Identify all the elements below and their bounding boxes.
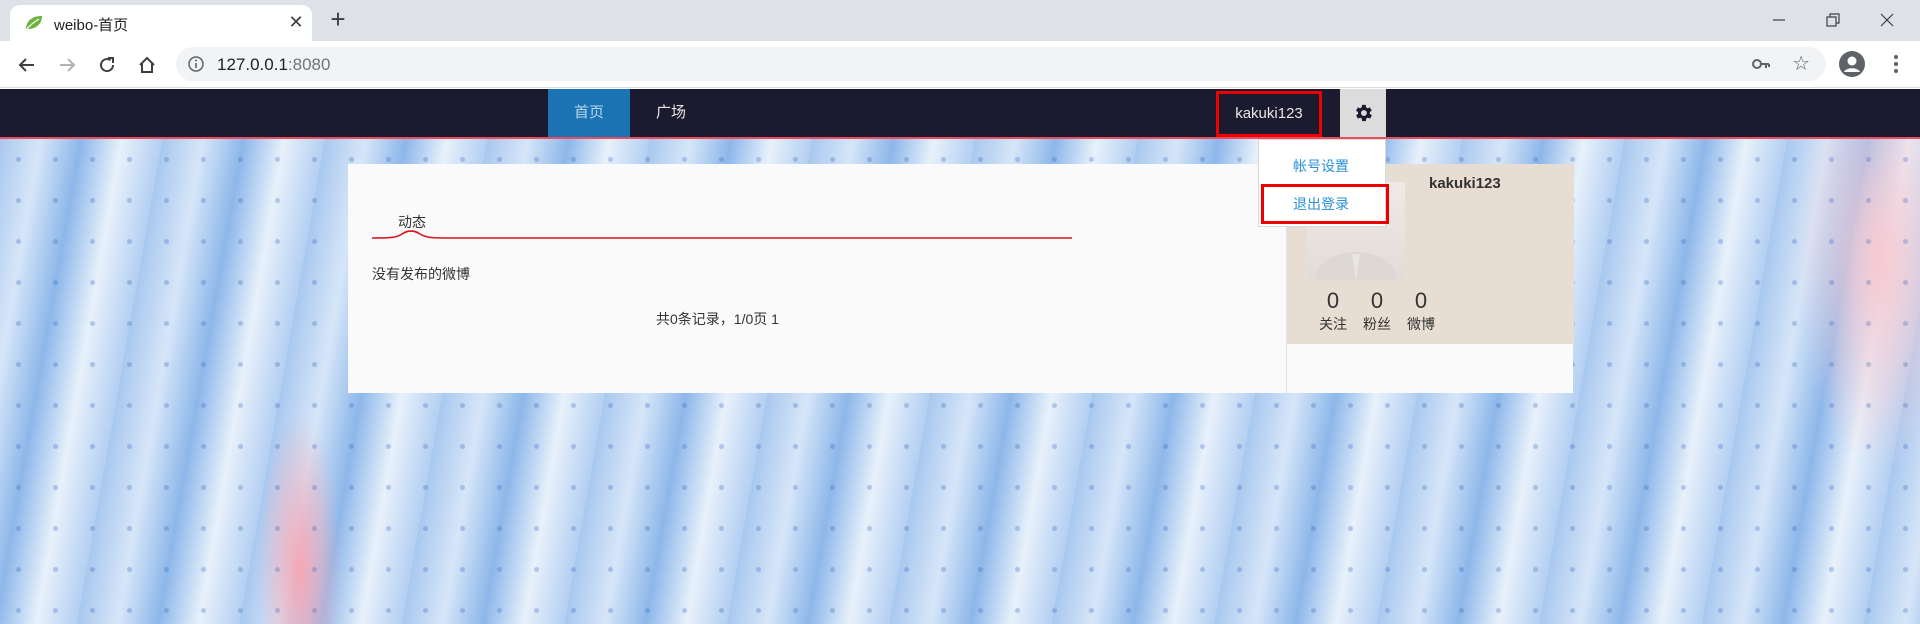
top-navbar: 首页 广场 kakuki123 — [0, 89, 1920, 137]
empty-feed-message: 没有发布的微博 — [372, 266, 470, 282]
restore-icon — [1826, 13, 1840, 27]
tab-title: weibo-首页 — [54, 17, 129, 34]
url-port: :8080 — [287, 55, 331, 74]
back-button[interactable] — [12, 50, 42, 80]
new-tab-button[interactable]: + — [324, 6, 352, 34]
page-viewport: 首页 广场 kakuki123 动态 没有发布的微博 共0条记录，1/0页 1 — [0, 89, 1920, 624]
browser-tab-strip: weibo-首页 ✕ + — [0, 0, 1920, 41]
browser-toolbar: 127.0.0.1:8080 ☆ — [0, 41, 1920, 88]
browser-tab[interactable]: weibo-首页 ✕ — [10, 5, 312, 41]
address-bar[interactable]: 127.0.0.1:8080 ☆ — [176, 47, 1826, 81]
leaf-icon — [25, 16, 42, 31]
home-button[interactable] — [132, 50, 162, 80]
feed-panel: 动态 没有发布的微博 共0条记录，1/0页 1 — [348, 164, 1286, 393]
restore-button[interactable] — [1810, 3, 1856, 37]
home-icon — [139, 56, 155, 73]
arrow-right-icon — [60, 58, 76, 72]
forward-button[interactable] — [52, 50, 82, 80]
account-circle-icon[interactable] — [1838, 50, 1866, 78]
stat-posts[interactable]: 0 微博 — [1401, 288, 1441, 334]
gear-icon — [1356, 104, 1372, 122]
stat-following[interactable]: 0 关注 — [1313, 288, 1353, 334]
key-icon[interactable] — [1752, 56, 1770, 72]
tab-feed[interactable]: 动态 — [398, 212, 426, 232]
kebab-menu-icon[interactable] — [1886, 52, 1906, 76]
star-icon[interactable]: ☆ — [1792, 54, 1810, 74]
navbar-accent-line — [0, 137, 1920, 139]
nav-plaza-tab[interactable]: 广场 — [630, 89, 712, 137]
tab-underline — [372, 230, 1072, 239]
stat-value: 0 — [1370, 288, 1384, 313]
nav-home-tab[interactable]: 首页 — [548, 89, 630, 137]
close-window-button[interactable] — [1864, 3, 1910, 37]
arrow-left-icon — [18, 58, 34, 72]
reload-button[interactable] — [92, 50, 122, 80]
stat-followers[interactable]: 0 粉丝 — [1357, 288, 1397, 334]
tab-close-icon[interactable]: ✕ — [284, 10, 308, 34]
nav-username-link[interactable]: kakuki123 — [1216, 91, 1322, 137]
menu-item-logout[interactable]: 退出登录 — [1261, 184, 1389, 224]
stat-value: 0 — [1326, 288, 1340, 313]
url-host: 127.0.0.1 — [217, 55, 288, 74]
stat-value: 0 — [1414, 288, 1428, 313]
close-icon — [1880, 13, 1894, 27]
stat-label: 微博 — [1407, 316, 1435, 332]
url-text[interactable]: 127.0.0.1:8080 — [217, 55, 330, 75]
settings-button[interactable] — [1340, 89, 1386, 137]
stat-label: 关注 — [1319, 316, 1347, 332]
settings-dropdown: 帐号设置 退出登录 — [1258, 139, 1389, 227]
info-icon[interactable] — [188, 56, 204, 72]
pagination-info: 共0条记录，1/0页 1 — [656, 311, 779, 327]
reload-icon — [100, 57, 115, 73]
profile-name[interactable]: kakuki123 — [1429, 175, 1501, 192]
menu-item-account-settings[interactable]: 帐号设置 — [1293, 156, 1349, 176]
minimize-icon — [1773, 19, 1785, 21]
stat-label: 粉丝 — [1363, 316, 1391, 332]
minimize-button[interactable] — [1756, 3, 1802, 37]
